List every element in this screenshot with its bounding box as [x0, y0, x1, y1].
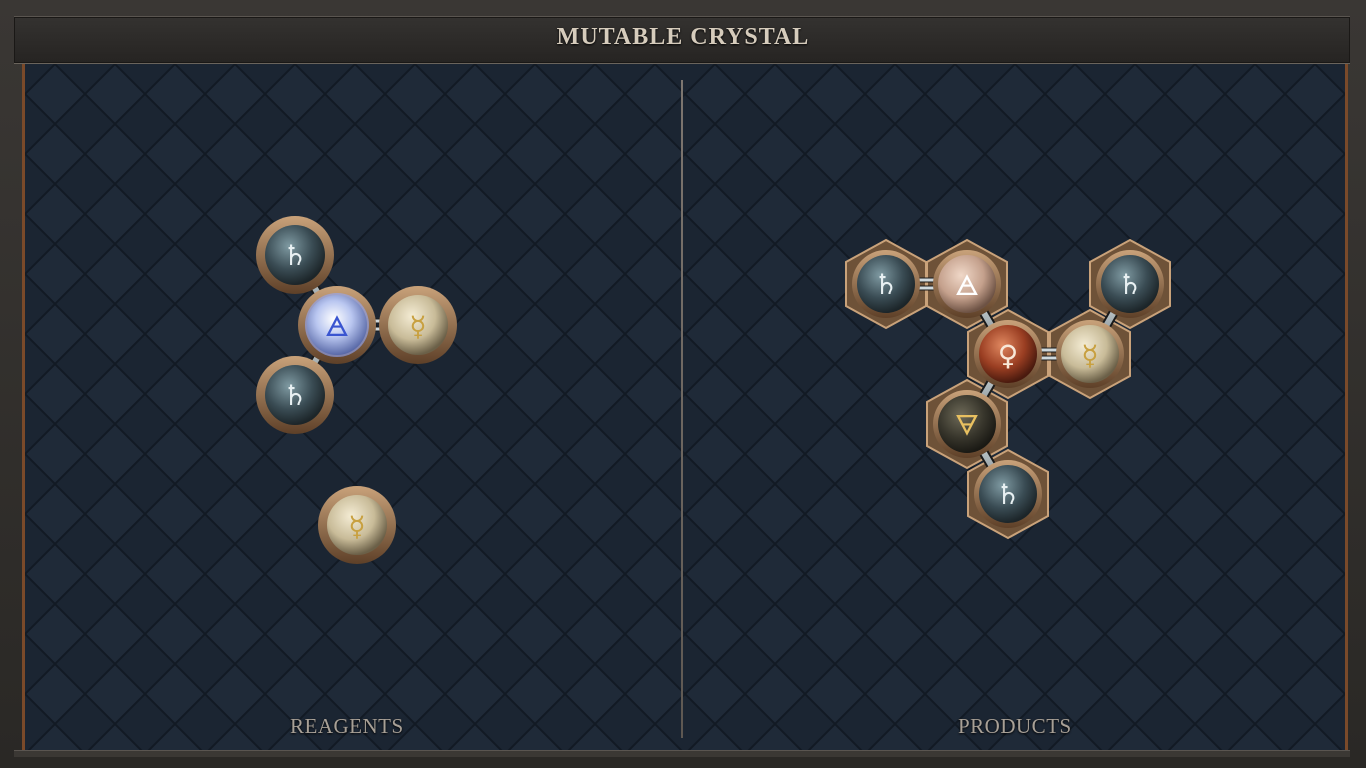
- svg-text:☿: ☿: [1081, 339, 1098, 372]
- svg-text:☿: ☿: [409, 310, 426, 343]
- product-atom-lead-left[interactable]: ♄: [852, 250, 920, 318]
- svg-text:🜃: 🜃: [955, 409, 979, 442]
- product-atom-copper[interactable]: ♀: [974, 320, 1042, 388]
- svg-text:♄: ♄: [873, 268, 898, 301]
- svg-text:♄: ♄: [1117, 268, 1142, 301]
- svg-text:♄: ♄: [282, 379, 307, 412]
- svg-text:♄: ♄: [995, 478, 1020, 511]
- reagent-atom-lead-top[interactable]: ♄: [256, 216, 334, 294]
- product-atom-quicksilver[interactable]: ☿: [1056, 320, 1124, 388]
- svg-text:🜁: 🜁: [955, 269, 979, 302]
- reagent-atom-air[interactable]: 🜁: [298, 286, 376, 364]
- product-atom-earth[interactable]: 🜃: [933, 390, 1001, 458]
- reagent-atom-quicksilver-single[interactable]: ☿: [318, 486, 396, 564]
- reagent-atom-lead-bottom[interactable]: ♄: [256, 356, 334, 434]
- svg-text:♄: ♄: [282, 239, 307, 272]
- svg-text:🜁: 🜁: [325, 310, 349, 343]
- molecule-layer: ♄ ♄ 🜁 ☿ ☿ ♄ 🜁 ♄ ♀ ☿ 🜃 ♄: [256, 216, 1171, 564]
- svg-text:♀: ♀: [998, 339, 1019, 372]
- svg-text:☿: ☿: [348, 510, 365, 543]
- product-atom-air[interactable]: 🜁: [933, 250, 1001, 318]
- product-atom-lead-bottom[interactable]: ♄: [974, 460, 1042, 528]
- product-atom-lead-right[interactable]: ♄: [1096, 250, 1164, 318]
- reagent-atom-quicksilver[interactable]: ☿: [379, 286, 457, 364]
